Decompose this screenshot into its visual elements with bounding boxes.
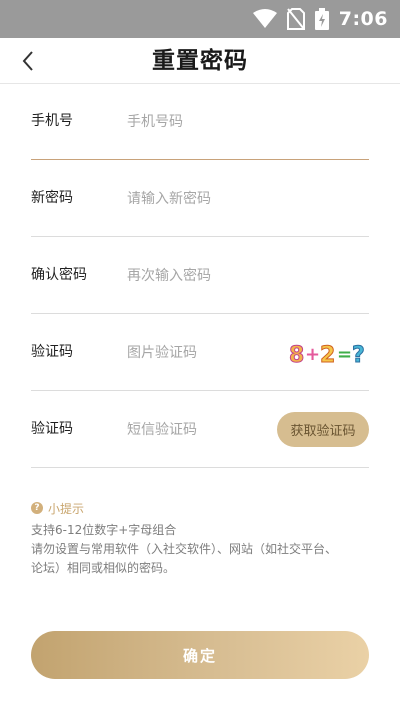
confirm-button[interactable]: 确定 [31,631,369,679]
image-captcha-label: 验证码 [31,344,73,360]
svg-text:=: = [337,344,352,365]
status-icons: 7:06 [252,0,388,38]
status-bar: 7:06 [0,0,400,38]
tips-header: ? 小提示 [31,500,371,516]
status-time: 7:06 [338,8,388,30]
svg-text:?: ? [352,343,365,368]
confirm-password-row: 确认密码 [31,237,369,314]
question-circle-icon: ? [31,502,43,514]
new-password-row: 新密码 [31,160,369,237]
no-sim-icon [286,8,305,30]
phone-label: 手机号 [31,113,73,129]
image-captcha-input[interactable] [127,337,307,369]
tips-line: 支持6-12位数字+字母组合 [31,523,177,537]
svg-text:2: 2 [320,343,335,368]
tips-body: 支持6-12位数字+字母组合 请勿设置与常用软件（入社交软件）、网站（如社交平台… [31,521,371,578]
sms-code-label: 验证码 [31,421,73,437]
tips-line: 论坛）相同或相似的密码。 [31,561,176,575]
sms-code-row: 验证码 获取验证码 [31,391,369,468]
svg-text:+: + [305,344,320,365]
phone-input[interactable] [127,106,307,138]
confirm-password-input[interactable] [127,260,307,292]
tips-line: 请勿设置与常用软件（入社交软件）、网站（如社交平台、 [31,542,338,556]
header: 重置密码 [0,38,400,84]
new-password-label: 新密码 [31,190,73,206]
svg-text:8: 8 [289,343,304,368]
tips-title: 小提示 [48,501,85,516]
confirm-password-label: 确认密码 [31,267,87,283]
captcha-image[interactable]: 8 + 2 = ? [289,338,369,369]
image-captcha-row: 验证码 8 + 2 = ? [31,314,369,391]
phone-row: 手机号 [31,83,369,160]
page-title: 重置密码 [152,48,248,74]
new-password-input[interactable] [127,183,307,215]
tips: ? 小提示 支持6-12位数字+字母组合 请勿设置与常用软件（入社交软件）、网站… [31,500,371,578]
battery-charging-icon [314,8,329,30]
get-code-button[interactable]: 获取验证码 [277,412,369,447]
wifi-icon [252,9,277,29]
